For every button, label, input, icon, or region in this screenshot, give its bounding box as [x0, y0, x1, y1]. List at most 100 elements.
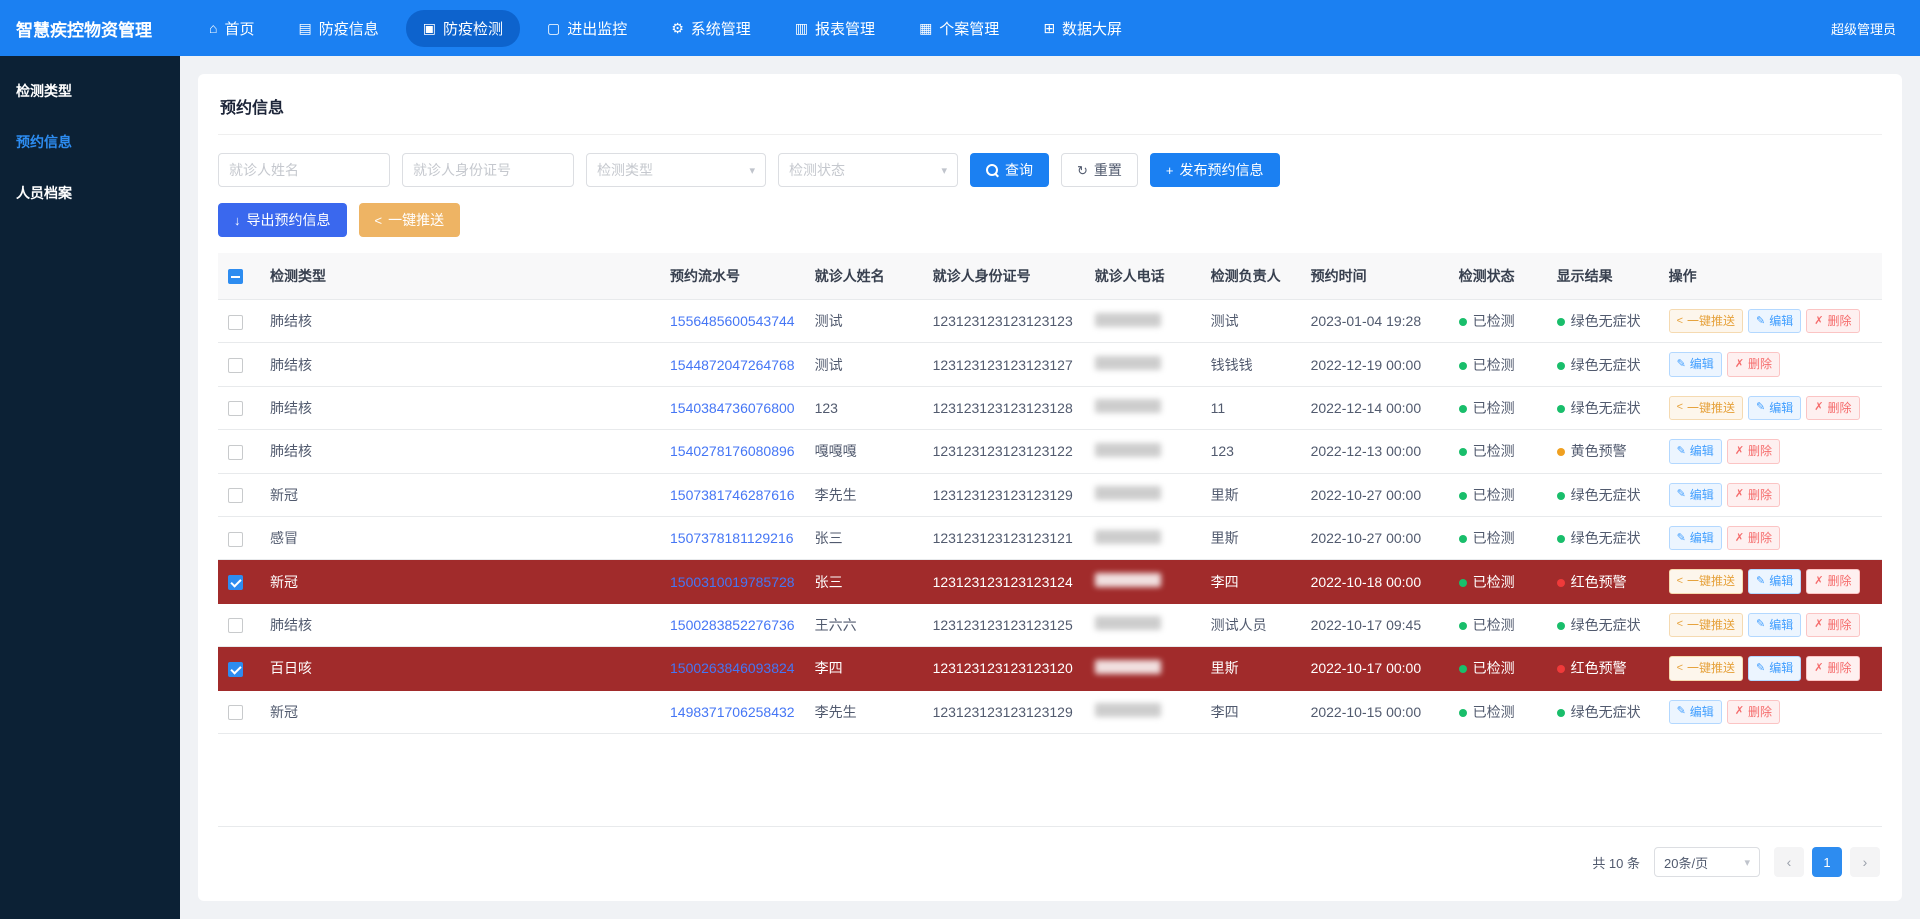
serial-link[interactable]: 1500283852276736 [670, 617, 795, 633]
serial-link[interactable]: 1498371706258432 [670, 704, 795, 720]
nav-item-7[interactable]: ⊞ 数据大屏 [1026, 10, 1139, 47]
row-checkbox[interactable] [228, 444, 243, 460]
cell-time: 2022-12-13 00:00 [1300, 429, 1449, 474]
row-checkbox[interactable] [228, 314, 243, 330]
select-all-checkbox[interactable] [228, 269, 243, 285]
row-push-button[interactable]: < 一键推送 [1668, 309, 1744, 334]
row-edit-button[interactable]: ✎ 编辑 [1668, 699, 1722, 724]
column-header: 检测负责人 [1200, 253, 1301, 300]
cell-id-card: 123123123123123128 [922, 386, 1085, 431]
row-checkbox[interactable] [228, 357, 243, 373]
serial-link[interactable]: 1500263846093824 [670, 660, 795, 676]
row-delete-button[interactable]: ✗ 删除 [1726, 439, 1781, 464]
row-edit-button[interactable]: ✎ 编辑 [1668, 439, 1722, 464]
row-delete-button[interactable]: ✗ 删除 [1726, 699, 1781, 724]
cell-id-card: 123123123123123122 [922, 429, 1085, 474]
page-size-select[interactable]: 20条/页 ▾ [1654, 847, 1760, 877]
row-push-button[interactable]: < 一键推送 [1668, 395, 1744, 421]
nav-item-3[interactable]: ▢ 进出监控 [530, 10, 644, 47]
nav-item-1[interactable]: ▤ 防疫信息 [281, 10, 395, 47]
user-name[interactable]: 超级管理员 [1831, 19, 1896, 38]
row-edit-button[interactable]: ✎ 编辑 [1748, 309, 1802, 334]
row-edit-button[interactable]: ✎ 编辑 [1668, 482, 1722, 507]
share-icon: < [1676, 575, 1684, 588]
row-edit-button[interactable]: ✎ 编辑 [1748, 612, 1802, 638]
serial-link[interactable]: 1540278176080896 [670, 443, 795, 459]
row-delete-button[interactable]: ✗ 删除 [1806, 612, 1860, 638]
sidebar-item-2[interactable]: 人员档案 [0, 168, 180, 219]
nav-item-6[interactable]: ▦ 个案管理 [902, 10, 1016, 47]
prev-page-button[interactable]: ‹ [1774, 847, 1804, 877]
toolbar: ↓ 导出预约信息 < 一键推送 [218, 189, 1882, 253]
row-checkbox[interactable] [228, 705, 243, 721]
reset-button[interactable]: ↻ 重置 [1061, 153, 1138, 187]
serial-link[interactable]: 1500310019785728 [670, 574, 795, 590]
gear-icon: ⚙ [671, 20, 684, 36]
next-page-button[interactable]: › [1850, 847, 1880, 877]
result-dot [1556, 361, 1565, 370]
row-delete-button[interactable]: ✗ 删除 [1806, 569, 1860, 594]
serial-link[interactable]: 1540384736076800 [670, 400, 795, 416]
row-edit-button[interactable]: ✎ 编辑 [1748, 656, 1802, 681]
brand: 智慧疾控物资管理 [16, 20, 152, 40]
test-status-select[interactable]: 检测状态 ▾ [778, 153, 958, 187]
phone-redacted [1094, 573, 1161, 588]
sidebar-item-1[interactable]: 预约信息 [0, 117, 180, 168]
row-delete-button[interactable]: ✗ 删除 [1806, 395, 1860, 421]
row-push-button[interactable]: < 一键推送 [1668, 656, 1744, 681]
nav-item-0[interactable]: ⌂ 首页 [192, 10, 271, 47]
nav-item-4[interactable]: ⚙ 系统管理 [654, 10, 768, 47]
edit-icon: ✎ [1756, 575, 1766, 588]
row-delete-button[interactable]: ✗ 删除 [1726, 482, 1781, 507]
table-row: 肺结核 1544872047264768 测试 123123123123123127 钱… [218, 342, 1882, 387]
serial-link[interactable]: 1556485600543744 [670, 313, 795, 329]
row-delete-button[interactable]: ✗ 删除 [1726, 525, 1781, 551]
serial-link[interactable]: 1507381746287616 [670, 487, 795, 503]
row-delete-button[interactable]: ✗ 删除 [1806, 656, 1860, 681]
push-all-button[interactable]: < 一键推送 [358, 203, 461, 237]
nav-item-label: 数据大屏 [1062, 20, 1123, 38]
test-status-select-value: 检测状态 [789, 162, 845, 178]
column-header: 就诊人电话 [1084, 253, 1201, 300]
export-button[interactable]: ↓ 导出预约信息 [218, 203, 347, 237]
patient-name-input[interactable] [218, 153, 390, 187]
cell-time: 2022-12-19 00:00 [1300, 342, 1449, 387]
push-all-button-label: 一键推送 [388, 212, 445, 228]
monitor-icon: ▢ [546, 20, 561, 36]
current-page-button[interactable]: 1 [1812, 847, 1842, 877]
table-row: 肺结核 1540278176080896 嘎嘎嘎 123123123123123122… [218, 429, 1882, 474]
serial-link[interactable]: 1507378181129216 [670, 530, 794, 546]
serial-link[interactable]: 1544872047264768 [670, 357, 795, 373]
cell-patient-name: 王六六 [804, 603, 923, 648]
publish-button[interactable]: + 发布预约信息 [1149, 153, 1280, 187]
table-row: 百日咳 1500263846093824 李四 123123123123123120 里… [218, 646, 1882, 691]
cell-test-type: 肺结核 [260, 603, 660, 648]
row-edit-button[interactable]: ✎ 编辑 [1748, 569, 1802, 594]
row-edit-button[interactable]: ✎ 编辑 [1668, 352, 1722, 377]
row-checkbox[interactable] [228, 618, 243, 634]
test-type-select[interactable]: 检测类型 ▾ [586, 153, 766, 187]
search-button[interactable]: 查询 [970, 153, 1049, 187]
patient-id-input[interactable] [402, 153, 574, 187]
nav-item-5[interactable]: ▥ 报表管理 [778, 10, 892, 47]
row-push-button[interactable]: < 一键推送 [1668, 569, 1744, 594]
nav-item-label: 防疫检测 [442, 20, 503, 38]
row-delete-button[interactable]: ✗ 删除 [1726, 352, 1781, 377]
row-edit-button[interactable]: ✎ 编辑 [1668, 525, 1722, 551]
cell-manager: 测试人员 [1200, 603, 1301, 648]
row-checkbox[interactable] [228, 661, 243, 677]
row-delete-button[interactable]: ✗ 删除 [1806, 309, 1860, 334]
cell-manager: 钱钱钱 [1200, 342, 1301, 387]
cell-patient-name: 123 [804, 386, 923, 431]
row-checkbox[interactable] [228, 488, 243, 504]
edit-icon: ✎ [1676, 358, 1686, 371]
sidebar-item-0[interactable]: 检测类型 [0, 66, 180, 117]
row-checkbox[interactable] [228, 531, 243, 547]
share-icon: < [1676, 618, 1684, 631]
row-edit-button[interactable]: ✎ 编辑 [1748, 395, 1802, 421]
cell-time: 2022-10-15 00:00 [1300, 690, 1449, 734]
nav-item-2[interactable]: ▣ 防疫检测 [405, 9, 520, 47]
row-push-button[interactable]: < 一键推送 [1668, 612, 1744, 638]
row-checkbox[interactable] [228, 574, 243, 590]
row-checkbox[interactable] [228, 401, 243, 417]
